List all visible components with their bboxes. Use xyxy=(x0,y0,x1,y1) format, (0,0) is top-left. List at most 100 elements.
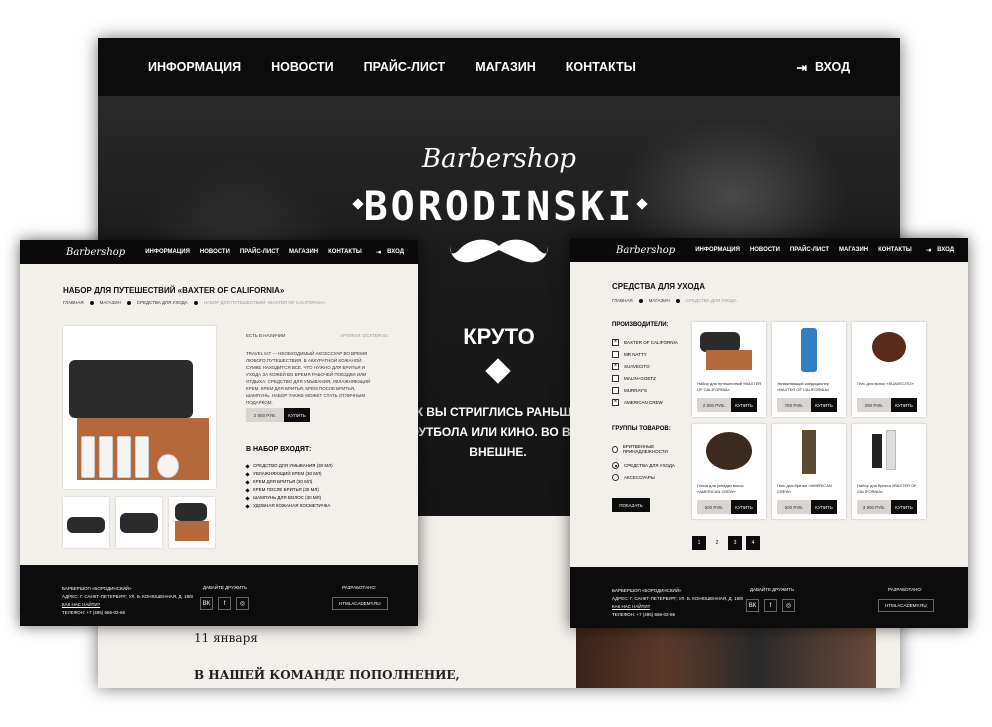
nav-news[interactable]: НОВОСТИ xyxy=(200,249,230,255)
nav-news[interactable]: НОВОСТИ xyxy=(271,60,334,74)
dot-icon xyxy=(193,300,198,305)
set-item: УВЛАЖНЯЮЩИЙ КРЕМ (30 МЛ) xyxy=(246,470,333,478)
dev-link[interactable]: HTMLACADEMY.RU xyxy=(332,597,388,610)
login-link[interactable]: ⇥ ВХОД xyxy=(796,38,850,96)
nav-shop[interactable]: МАГАЗИН xyxy=(289,249,318,255)
vk-icon[interactable]: ВК xyxy=(200,597,213,610)
price: 500 РУБ. xyxy=(777,500,811,514)
page-button[interactable]: 1 xyxy=(692,536,706,550)
product-thumb[interactable] xyxy=(63,497,109,548)
nav-contacts[interactable]: КОНТАКТЫ xyxy=(566,60,636,74)
maker-label: AMERICAN CREW xyxy=(624,400,663,405)
crumb-current: СРЕДСТВА ДЛЯ УХОДА xyxy=(685,298,737,303)
set-item: ШАМПУНЬ ДЛЯ ВОЛОС (30 МЛ) xyxy=(246,494,333,502)
group-label: БРИТВЕННЫЕ ПРИНАДЛЕЖНОСТИ xyxy=(622,444,668,454)
checkbox-icon xyxy=(612,351,619,358)
product-card[interactable]: Набор для путешествий «BAXTER OF CALIFOR… xyxy=(692,322,766,417)
facebook-icon[interactable]: f xyxy=(218,597,231,610)
product-card[interactable]: Глина для укладки волос «AMERICAN CREW» … xyxy=(692,424,766,519)
page-button[interactable]: 3 xyxy=(728,536,742,550)
checkbox-icon xyxy=(612,387,619,394)
product-thumb[interactable] xyxy=(169,497,215,548)
nav-price[interactable]: ПРАЙС-ЛИСТ xyxy=(364,60,446,74)
maker-checkbox[interactable]: MR NATTY xyxy=(612,351,647,358)
buy-button[interactable]: КУПИТЬ xyxy=(891,500,917,514)
hero-script-title: Barbershop xyxy=(422,144,576,174)
nav-news[interactable]: НОВОСТИ xyxy=(750,247,780,253)
crumb[interactable]: ГЛАВНАЯ xyxy=(612,298,633,303)
logo[interactable]: Barbershop xyxy=(616,245,675,256)
footer-line: ТЕЛЕФОН: +7 (495) 666-02-66 xyxy=(62,610,126,615)
page-button[interactable]: 2 xyxy=(710,536,724,550)
nav-contacts[interactable]: КОНТАКТЫ xyxy=(878,247,912,253)
social-title: ДАВАЙТЕ ДРУЖИТЬ xyxy=(750,587,795,592)
footer-link[interactable]: КАК НАС НАЙТИ? xyxy=(62,601,193,609)
crumb[interactable]: МАГАЗИН xyxy=(100,300,121,305)
group-radio[interactable]: СРЕДСТВА ДЛЯ УХОДА xyxy=(612,462,675,469)
sku: АРТИКУЛ: DCXTER-02 xyxy=(340,333,388,338)
jar-shape xyxy=(706,432,752,470)
login-label: ВХОД xyxy=(814,60,850,74)
group-label: АКСЕССУАРЫ xyxy=(624,475,655,480)
dot-icon xyxy=(89,300,94,305)
maker-label: MALIN+GOETZ xyxy=(624,376,656,381)
hero-brand: BORODINSKI xyxy=(363,184,635,230)
bottle-shape xyxy=(135,436,149,478)
maker-checkbox[interactable]: MURRAY'S xyxy=(612,387,647,394)
login-icon: ⇥ xyxy=(926,247,932,254)
crumb[interactable]: ГЛАВНАЯ xyxy=(63,300,84,305)
login-link[interactable]: ⇥ ВХОД xyxy=(926,238,954,262)
page-button[interactable]: 4 xyxy=(746,536,760,550)
maker-label: BAXTER OF CALIFORNIA xyxy=(624,340,678,345)
login-link[interactable]: ⇥ ВХОД xyxy=(376,240,404,264)
nav-contacts[interactable]: КОНТАКТЫ xyxy=(328,249,362,255)
nav-price[interactable]: ПРАЙС-ЛИСТ xyxy=(240,249,279,255)
checkbox-checked-icon: × xyxy=(612,363,619,370)
maker-checkbox[interactable]: × SUAVECITO xyxy=(612,363,650,370)
box-shape xyxy=(706,350,752,370)
footer-line: ТЕЛЕФОН: +7 (495) 666-02-66 xyxy=(612,612,676,617)
instagram-icon[interactable]: ◎ xyxy=(782,599,795,612)
product-card[interactable]: Гель для бритья «AMERICAN CREW» 500 РУБ.… xyxy=(772,424,846,519)
nav-shop[interactable]: МАГАЗИН xyxy=(839,247,868,253)
buy-button[interactable]: КУПИТЬ xyxy=(811,500,837,514)
buy-button[interactable]: КУПИТЬ xyxy=(891,398,917,412)
checkbox-icon xyxy=(612,375,619,382)
price: 500 РУБ. xyxy=(697,500,731,514)
maker-checkbox[interactable]: MALIN+GOETZ xyxy=(612,375,656,382)
maker-checkbox[interactable]: × AMERICAN CREW xyxy=(612,399,663,406)
dev-link[interactable]: HTMLACADEMY.RU xyxy=(878,599,934,612)
logo[interactable]: Barbershop xyxy=(66,247,125,258)
crumb[interactable]: МАГАЗИН xyxy=(649,298,670,303)
buy-button[interactable]: КУПИТЬ xyxy=(811,398,837,412)
nav-shop[interactable]: МАГАЗИН xyxy=(475,60,536,74)
stock-status: ЕСТЬ В НАЛИЧИИ xyxy=(246,333,286,338)
group-radio[interactable]: АКСЕССУАРЫ xyxy=(612,474,655,481)
crumb[interactable]: СРЕДСТВА ДЛЯ УХОДА xyxy=(137,300,188,305)
nav-info[interactable]: ИНФОРМАЦИЯ xyxy=(148,60,241,74)
footer-line: БАРБЕРШОП «БОРОДИНСКИЙ» xyxy=(612,588,682,593)
product-card[interactable]: Увлажняющий кондиционер «BAXTER OF CALIF… xyxy=(772,322,846,417)
buy-button[interactable]: КУПИТЬ xyxy=(731,500,757,514)
show-button[interactable]: ПОКАЗАТЬ xyxy=(612,498,650,512)
jar-shape xyxy=(872,332,906,362)
group-radio[interactable]: БРИТВЕННЫЕ ПРИНАДЛЕЖНОСТИ xyxy=(612,444,682,454)
facebook-icon[interactable]: f xyxy=(764,599,777,612)
buy-button[interactable]: КУПИТЬ xyxy=(284,408,310,422)
nav-info[interactable]: ИНФОРМАЦИЯ xyxy=(145,249,190,255)
bag-shape xyxy=(175,503,207,521)
vk-icon[interactable]: ВК xyxy=(746,599,759,612)
buy-button[interactable]: КУПИТЬ xyxy=(731,398,757,412)
instagram-icon[interactable]: ◎ xyxy=(236,597,249,610)
product-card[interactable]: Гель для волос «SUAVECITO» 290 РУБ. КУПИТ… xyxy=(852,322,926,417)
product-thumb[interactable] xyxy=(116,497,162,548)
product-nav: Barbershop ИНФОРМАЦИЯ НОВОСТИ ПРАЙС-ЛИСТ… xyxy=(20,240,418,264)
product-card[interactable]: Набор для бритья «BAXTER OF CALIFORNIA» … xyxy=(852,424,926,519)
nav-price[interactable]: ПРАЙС-ЛИСТ xyxy=(790,247,829,253)
footer-link[interactable]: КАК НАС НАЙТИ? xyxy=(612,603,743,611)
radio-icon xyxy=(612,445,618,453)
dot-icon xyxy=(638,298,643,303)
news-headline[interactable]: В НАШЕЙ КОМАНДЕ ПОПОЛНЕНИЕ, БОРИС «БРИТВ… xyxy=(194,666,474,688)
maker-checkbox[interactable]: × BAXTER OF CALIFORNIA xyxy=(612,339,678,346)
nav-info[interactable]: ИНФОРМАЦИЯ xyxy=(695,247,740,253)
